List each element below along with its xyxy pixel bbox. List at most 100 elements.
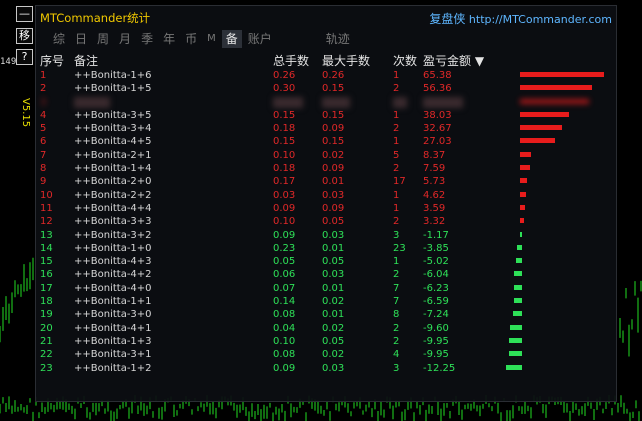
table-row[interactable]: 8 ++Bonitta-1+4 0.18 0.09 2 7.59 xyxy=(36,162,616,175)
row-total-lots: 0.10 xyxy=(273,335,296,347)
tab-track[interactable]: 轨迹 xyxy=(322,30,354,48)
table-row[interactable]: 4 ++Bonitta-3+5 0.15 0.15 1 38.03 xyxy=(36,109,616,122)
row-total-lots: 0.09 xyxy=(273,202,296,214)
row-count: 2 xyxy=(393,83,400,95)
table-row[interactable]: 22 ++Bonitta-3+1 0.08 0.02 4 -9.95 xyxy=(36,348,616,361)
row-index: 21 xyxy=(40,335,53,347)
row-profit: -6.23 xyxy=(423,282,449,294)
col-total-lots-header[interactable]: 总手数 xyxy=(273,52,309,69)
table-row[interactable]: 6 ++Bonitta-4+5 0.15 0.15 1 27.03 xyxy=(36,135,616,148)
redacted-cell xyxy=(393,96,407,108)
brand-link[interactable]: 复盘侠 http://MTCommander.com xyxy=(429,10,612,27)
profit-bar xyxy=(520,151,531,157)
panel-titlebar[interactable]: MTCommander统计 复盘侠 http://MTCommander.com xyxy=(36,6,616,28)
row-max-lots: 0.01 xyxy=(322,242,345,254)
row-profit: -9.60 xyxy=(423,322,449,334)
table-row[interactable]: 13 ++Bonitta-3+2 0.09 0.03 3 -1.17 xyxy=(36,229,616,242)
tab-comment[interactable]: 备 xyxy=(221,30,242,48)
row-note: ++Bonitta-3+0 xyxy=(74,309,152,321)
row-index: 1 xyxy=(40,70,47,81)
table-row[interactable]: 18 ++Bonitta-1+1 0.14 0.02 7 -6.59 xyxy=(36,295,616,308)
col-count-header[interactable]: 次数 xyxy=(393,52,417,69)
profit-bar xyxy=(520,165,530,171)
table-row[interactable]: 9 ++Bonitta-2+0 0.17 0.01 17 5.73 xyxy=(36,175,616,188)
period-tabs: 综日周月季年币 M 备账户 轨迹 xyxy=(49,30,356,48)
col-index-header[interactable]: 序号 xyxy=(40,52,64,69)
row-count: 1 xyxy=(393,109,400,121)
tab-account[interactable]: 账户 xyxy=(244,30,276,48)
table-row[interactable]: 10 ++Bonitta-2+2 0.03 0.03 1 4.62 xyxy=(36,189,616,202)
row-total-lots: 0.05 xyxy=(273,256,296,268)
row-max-lots: 0.15 xyxy=(322,136,345,148)
table-row[interactable]: 21 ++Bonitta-1+3 0.10 0.05 2 -9.95 xyxy=(36,335,616,348)
table-row[interactable]: 1 ++Bonitta-1+6 0.26 0.26 1 65.38 xyxy=(36,69,616,82)
tab-quarter[interactable]: 季 xyxy=(137,30,157,48)
profit-bar xyxy=(512,311,522,317)
row-profit: 3.59 xyxy=(423,202,446,214)
row-count: 2 xyxy=(393,216,400,228)
row-max-lots: 0.09 xyxy=(322,163,345,175)
table-row[interactable]: 5 ++Bonitta-3+4 0.18 0.09 2 32.67 xyxy=(36,122,616,135)
redacted-cell xyxy=(322,96,350,108)
row-index: 8 xyxy=(40,163,47,175)
minimize-button[interactable]: — xyxy=(16,6,33,22)
row-note: ++Bonitta-3+5 xyxy=(74,109,152,121)
move-button[interactable]: 移 xyxy=(16,28,33,44)
row-note: ++Bonitta-4+2 xyxy=(74,269,152,281)
table-row[interactable]: 19 ++Bonitta-3+0 0.08 0.01 8 -7.24 xyxy=(36,308,616,321)
row-max-lots: 0.02 xyxy=(322,349,345,361)
profit-bar xyxy=(506,364,522,370)
row-profit: 3.32 xyxy=(423,216,446,228)
row-index: 19 xyxy=(40,309,53,321)
row-index: 12 xyxy=(40,216,53,228)
row-profit: 7.59 xyxy=(423,163,446,175)
row-note: ++Bonitta-2+1 xyxy=(74,149,152,161)
row-total-lots: 0.30 xyxy=(273,83,296,95)
row-max-lots: 0.02 xyxy=(322,322,345,334)
row-max-lots: 0.26 xyxy=(322,70,345,81)
tab-week[interactable]: 周 xyxy=(93,30,113,48)
table-row[interactable]: 3 xyxy=(36,96,616,109)
redacted-cell xyxy=(423,96,463,108)
table-row[interactable]: 7 ++Bonitta-2+1 0.10 0.02 5 8.37 xyxy=(36,149,616,162)
help-button[interactable]: ? xyxy=(16,49,33,65)
row-total-lots: 0.07 xyxy=(273,282,296,294)
row-index: 15 xyxy=(40,256,53,268)
tab-month[interactable]: 月 xyxy=(115,30,135,48)
row-profit: -9.95 xyxy=(423,335,449,347)
table-row[interactable]: 16 ++Bonitta-4+2 0.06 0.03 2 -6.04 xyxy=(36,268,616,281)
row-note: ++Bonitta-3+4 xyxy=(74,123,152,135)
redacted-cell xyxy=(74,96,110,108)
row-total-lots: 0.03 xyxy=(273,189,296,201)
tab-day[interactable]: 日 xyxy=(71,30,91,48)
row-note: ++Bonitta-4+4 xyxy=(74,202,152,214)
row-index: 13 xyxy=(40,229,53,241)
table-row[interactable]: 11 ++Bonitta-4+4 0.09 0.09 1 3.59 xyxy=(36,202,616,215)
row-count: 2 xyxy=(393,163,400,175)
row-total-lots: 0.14 xyxy=(273,296,296,308)
profit-bar xyxy=(520,85,593,91)
table-row[interactable]: 20 ++Bonitta-4+1 0.04 0.02 2 -9.60 xyxy=(36,322,616,335)
row-index: 6 xyxy=(40,136,47,148)
table-row[interactable]: 12 ++Bonitta-3+3 0.10 0.05 2 3.32 xyxy=(36,215,616,228)
col-profit-header[interactable]: 盈亏金额 ▼ xyxy=(423,52,484,69)
col-max-lots-header[interactable]: 最大手数 xyxy=(322,52,370,69)
row-note: ++Bonitta-4+5 xyxy=(74,136,152,148)
tab-year[interactable]: 年 xyxy=(159,30,179,48)
row-profit: -1.17 xyxy=(423,229,449,241)
row-profit: 65.38 xyxy=(423,70,452,81)
tab-summary[interactable]: 综 xyxy=(49,30,69,48)
table-row[interactable]: 23 ++Bonitta-1+2 0.09 0.03 3 -12.25 xyxy=(36,362,616,375)
tab-currency[interactable]: 币 xyxy=(181,30,201,48)
row-note: ++Bonitta-3+1 xyxy=(74,349,152,361)
row-index: 14 xyxy=(40,242,53,254)
tab-magic[interactable]: M xyxy=(203,30,220,48)
table-row[interactable]: 17 ++Bonitta-4+0 0.07 0.01 7 -6.23 xyxy=(36,282,616,295)
row-index: 23 xyxy=(40,362,53,374)
row-note: ++Bonitta-1+6 xyxy=(74,70,152,81)
table-row[interactable]: 15 ++Bonitta-4+3 0.05 0.05 1 -5.02 xyxy=(36,255,616,268)
row-max-lots: 0.15 xyxy=(322,83,345,95)
table-row[interactable]: 2 ++Bonitta-1+5 0.30 0.15 2 56.36 xyxy=(36,82,616,95)
table-row[interactable]: 14 ++Bonitta-1+0 0.23 0.01 23 -3.85 xyxy=(36,242,616,255)
col-note-header[interactable]: 备注 xyxy=(74,52,98,69)
